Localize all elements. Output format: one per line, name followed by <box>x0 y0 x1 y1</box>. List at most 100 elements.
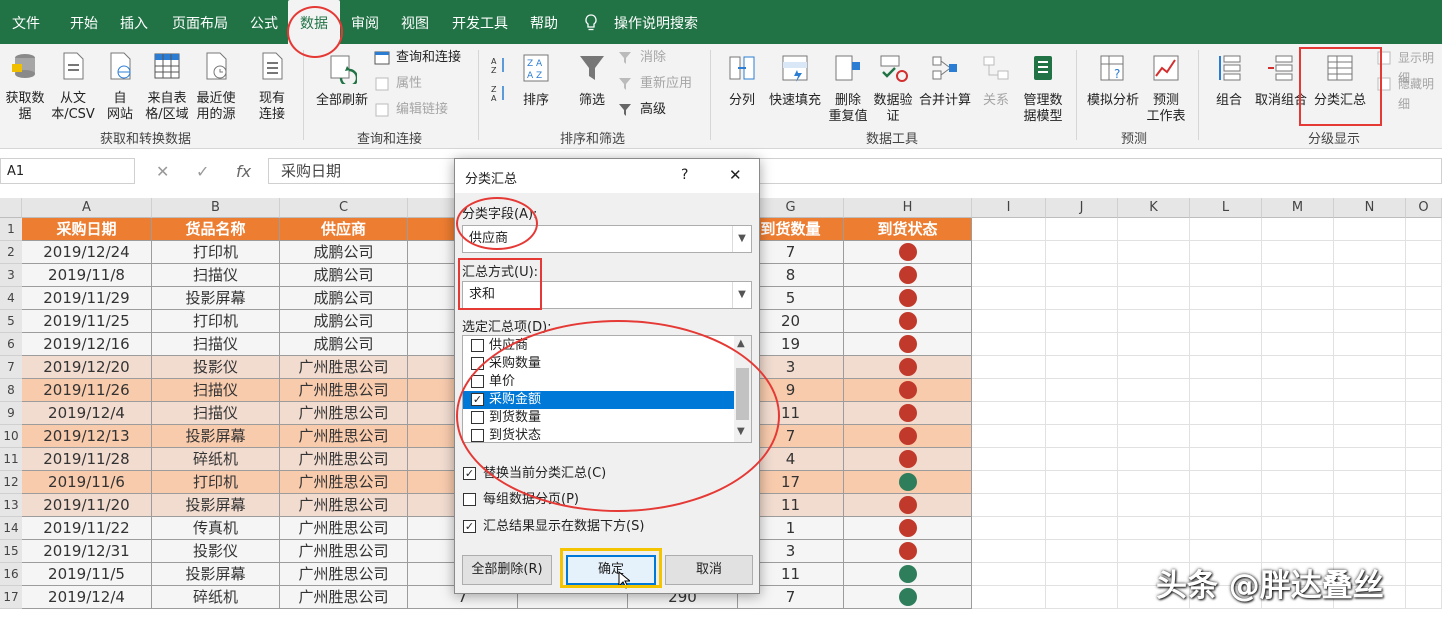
tab-developer[interactable]: 开发工具 <box>452 0 508 44</box>
table-cell[interactable] <box>844 241 972 264</box>
table-cell[interactable]: 货品名称 <box>152 218 280 241</box>
empty-cell[interactable] <box>1334 494 1406 517</box>
empty-cell[interactable] <box>972 264 1046 287</box>
empty-cell[interactable] <box>1334 241 1406 264</box>
empty-cell[interactable] <box>1046 356 1118 379</box>
empty-cell[interactable] <box>1334 218 1406 241</box>
empty-cell[interactable] <box>1262 264 1334 287</box>
empty-cell[interactable] <box>1262 333 1334 356</box>
table-cell[interactable] <box>844 402 972 425</box>
table-cell[interactable]: 2019/11/6 <box>22 471 152 494</box>
empty-cell[interactable] <box>972 333 1046 356</box>
empty-cell[interactable] <box>1190 517 1262 540</box>
table-cell[interactable]: 2019/12/20 <box>22 356 152 379</box>
chevron-down-icon[interactable]: ▼ <box>732 226 751 252</box>
hide-detail-button[interactable]: 隐藏明细 <box>1376 74 1442 111</box>
table-cell[interactable]: 2019/11/25 <box>22 310 152 333</box>
tab-review[interactable]: 审阅 <box>351 0 379 44</box>
row-header[interactable]: 17 <box>0 586 22 609</box>
tab-home[interactable]: 开始 <box>70 0 98 44</box>
empty-cell[interactable] <box>1046 517 1118 540</box>
table-cell[interactable]: 扫描仪 <box>152 333 280 356</box>
empty-cell[interactable] <box>1334 287 1406 310</box>
sort-button[interactable]: Z A A Z 排序 <box>516 52 556 109</box>
table-cell[interactable]: 投影仪 <box>152 356 280 379</box>
table-cell[interactable]: 采购日期 <box>22 218 152 241</box>
table-cell[interactable] <box>844 356 972 379</box>
table-cell[interactable]: 2019/12/24 <box>22 241 152 264</box>
row-header[interactable]: 7 <box>0 356 22 379</box>
table-cell[interactable]: 2019/12/16 <box>22 333 152 356</box>
empty-cell[interactable] <box>1406 494 1442 517</box>
row-header[interactable]: 14 <box>0 517 22 540</box>
empty-cell[interactable] <box>1406 517 1442 540</box>
empty-cell[interactable] <box>972 471 1046 494</box>
summary-below-checkbox[interactable]: ✓ 汇总结果显示在数据下方(S) <box>463 518 644 536</box>
table-cell[interactable]: 广州胜思公司 <box>280 517 408 540</box>
table-cell[interactable] <box>844 586 972 609</box>
table-cell[interactable]: 广州胜思公司 <box>280 540 408 563</box>
get-data-button[interactable]: 获取数据 <box>2 50 48 123</box>
table-cell[interactable] <box>844 379 972 402</box>
group-button[interactable]: 组合 <box>1206 52 1252 109</box>
table-cell[interactable]: 2019/12/13 <box>22 425 152 448</box>
table-cell[interactable]: 投影仪 <box>152 540 280 563</box>
text-to-columns-button[interactable]: 分列 <box>722 52 762 109</box>
table-cell[interactable]: 广州胜思公司 <box>280 471 408 494</box>
row-header[interactable]: 11 <box>0 448 22 471</box>
remove-duplicates-button[interactable]: 删除 重复值 <box>826 52 870 125</box>
table-cell[interactable] <box>844 333 972 356</box>
show-detail-button[interactable]: 显示明细 <box>1376 48 1442 85</box>
table-cell[interactable]: 2019/12/4 <box>22 402 152 425</box>
empty-cell[interactable] <box>1118 241 1190 264</box>
table-cell[interactable]: 扫描仪 <box>152 379 280 402</box>
empty-cell[interactable] <box>1334 402 1406 425</box>
tab-view[interactable]: 视图 <box>401 0 429 44</box>
empty-cell[interactable] <box>1046 241 1118 264</box>
sort-za-button[interactable]: ZA <box>490 84 508 104</box>
table-cell[interactable]: 打印机 <box>152 471 280 494</box>
formula-input[interactable]: 采购日期 <box>268 158 1442 184</box>
row-header[interactable]: 12 <box>0 471 22 494</box>
table-cell[interactable]: 广州胜思公司 <box>280 425 408 448</box>
empty-cell[interactable] <box>972 218 1046 241</box>
empty-cell[interactable] <box>1046 540 1118 563</box>
cancel-icon[interactable]: ✕ <box>156 162 169 181</box>
tab-help[interactable]: 帮助 <box>530 0 558 44</box>
from-table-button[interactable]: 来自表 格/区域 <box>143 50 191 123</box>
table-cell[interactable]: 广州胜思公司 <box>280 494 408 517</box>
empty-cell[interactable] <box>1406 218 1442 241</box>
row-header[interactable]: 6 <box>0 333 22 356</box>
empty-cell[interactable] <box>1262 448 1334 471</box>
column-header-j[interactable]: J <box>1046 198 1118 218</box>
table-cell[interactable]: 扫描仪 <box>152 264 280 287</box>
empty-cell[interactable] <box>972 494 1046 517</box>
empty-cell[interactable] <box>1190 333 1262 356</box>
empty-cell[interactable] <box>1118 333 1190 356</box>
empty-cell[interactable] <box>1046 471 1118 494</box>
empty-cell[interactable] <box>1406 333 1442 356</box>
empty-cell[interactable] <box>1334 517 1406 540</box>
empty-cell[interactable] <box>1334 379 1406 402</box>
row-header[interactable]: 9 <box>0 402 22 425</box>
column-header-k[interactable]: K <box>1118 198 1190 218</box>
queries-connections-button[interactable]: 查询和连接 <box>374 48 461 68</box>
table-cell[interactable]: 打印机 <box>152 241 280 264</box>
consolidate-button[interactable]: 合并计算 <box>916 52 974 109</box>
table-cell[interactable]: 打印机 <box>152 310 280 333</box>
empty-cell[interactable] <box>1190 310 1262 333</box>
empty-cell[interactable] <box>1406 425 1442 448</box>
empty-cell[interactable] <box>972 356 1046 379</box>
checkbox-empty-icon[interactable] <box>471 339 484 352</box>
from-web-button[interactable]: 自网站 <box>100 50 140 123</box>
empty-cell[interactable] <box>972 310 1046 333</box>
table-cell[interactable]: 2019/12/31 <box>22 540 152 563</box>
scroll-up-icon[interactable]: ▲ <box>737 338 745 349</box>
properties-button[interactable]: 属性 <box>374 74 422 94</box>
empty-cell[interactable] <box>972 425 1046 448</box>
clear-filter-button[interactable]: 消除 <box>618 48 666 68</box>
table-cell[interactable] <box>844 540 972 563</box>
empty-cell[interactable] <box>1190 264 1262 287</box>
empty-cell[interactable] <box>1262 471 1334 494</box>
empty-cell[interactable] <box>972 241 1046 264</box>
